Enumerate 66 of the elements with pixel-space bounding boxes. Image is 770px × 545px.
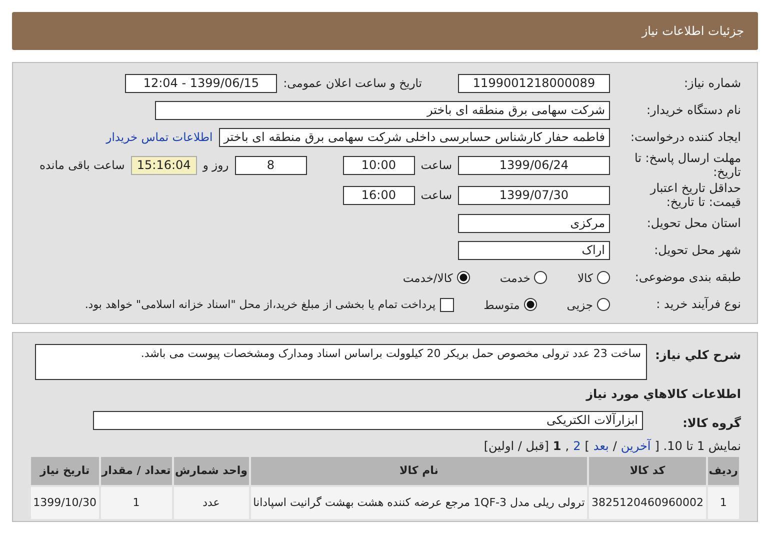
field-label: تاریخ و ساعت اعلان عمومی: bbox=[283, 76, 422, 90]
field-label: مهلت ارسال پاسخ: تا تاریخ: bbox=[633, 151, 741, 180]
city-field: اراک bbox=[458, 241, 610, 260]
field-label: شماره نیاز: bbox=[683, 76, 741, 90]
option-label: خدمت bbox=[500, 270, 530, 285]
table-cell: ترولی ریلی مدل 1QF-3 مرجع عرضه کننده هشت بهشت گرانیت اسپادانا bbox=[250, 486, 588, 519]
column-header: واحد شمارش bbox=[174, 456, 249, 485]
announce-date-field: 1399/06/15 - 12:04 bbox=[125, 74, 278, 92]
checkbox[interactable] bbox=[440, 298, 454, 312]
radio-button[interactable] bbox=[456, 271, 470, 284]
field-label: شرح کلي نياز: bbox=[654, 346, 741, 362]
pagination-text: , bbox=[565, 438, 570, 453]
column-header: تعداد / مقدار bbox=[100, 456, 172, 485]
pagination-text: [قبل / اولین] bbox=[484, 438, 549, 453]
table-cell: عدد bbox=[174, 486, 249, 519]
field-label: ساعت bbox=[420, 188, 452, 202]
description-box: ساخت 23 عدد ترولی مخصوص حمل بریکر 20 کیلوولت براساس اسناد ومدارک ومشخصات پیوست می باشد. bbox=[35, 344, 647, 380]
table-cell: 1 bbox=[100, 486, 172, 519]
radio-button[interactable] bbox=[534, 271, 548, 284]
table-cell: 1399/10/30 bbox=[31, 486, 99, 519]
pagination-text: / bbox=[612, 438, 617, 453]
checkbox-label: پرداخت تمام یا بخشی از مبلغ خرید،از محل "اسناد خزانه اسلامی" خواهد بود. bbox=[84, 298, 436, 312]
days-field: 8 bbox=[234, 156, 307, 175]
column-header: تاریخ نیاز bbox=[31, 456, 99, 485]
current-page: 1 bbox=[552, 438, 562, 453]
option-label: متوسط bbox=[484, 298, 520, 312]
field-label: حداقل تاریخ اعتبار قیمت: تا تاریخ: bbox=[648, 180, 741, 210]
field-label: شهر محل تحویل: bbox=[653, 243, 741, 258]
page-link[interactable]: بعد bbox=[593, 438, 609, 453]
field-label: نام دستگاه خریدار: bbox=[646, 102, 741, 118]
page-link[interactable]: آخرین bbox=[620, 438, 651, 453]
option-label: کالا/خدمت bbox=[402, 270, 453, 285]
section-heading: اطلاعات کالاهاي مورد نياز bbox=[586, 386, 741, 401]
field-label: نوع فرآیند خرید : bbox=[655, 297, 741, 312]
radio-button[interactable] bbox=[597, 271, 610, 284]
field-label: روز و bbox=[202, 158, 229, 172]
pagination-text: نمایش 1 تا 10. [ bbox=[654, 438, 741, 453]
creator-field: فاطمه حفار کارشناس حسابرسی داخلی شرکت سهامی برق منطقه ای باختر bbox=[218, 128, 610, 146]
option-label: کالا bbox=[577, 270, 593, 285]
province-field: مرکزی bbox=[458, 214, 610, 234]
field-label: استان محل تحویل: bbox=[646, 216, 741, 231]
field-label: ساعت bbox=[420, 158, 452, 172]
time-field: 10:00 bbox=[342, 156, 415, 175]
goods-group-field: ابزارآلات الکتریکی bbox=[93, 411, 643, 430]
contact-link[interactable]: اطلاعات تماس خریدار bbox=[106, 130, 213, 144]
page-link[interactable]: 2 bbox=[573, 438, 581, 453]
date-field: 1399/07/30 bbox=[458, 186, 610, 205]
table-cell: 3825120460960002 bbox=[589, 486, 706, 519]
table-cell: 1 bbox=[708, 486, 739, 519]
column-header: ردیف bbox=[708, 456, 739, 485]
field-label: گروه کالا: bbox=[682, 414, 741, 430]
pagination-text: ] bbox=[584, 438, 590, 453]
time-field: 16:00 bbox=[342, 186, 415, 205]
radio-button[interactable] bbox=[524, 298, 537, 312]
field-label: طبقه بندی موضوعی: bbox=[634, 270, 741, 285]
buyer-field: شرکت سهامی برق منطقه ای باختر bbox=[155, 100, 610, 120]
radio-button[interactable] bbox=[597, 298, 610, 312]
need-number-field: 1199001218000089 bbox=[458, 74, 610, 92]
column-header: نام کالا bbox=[250, 456, 588, 485]
option-label: جزیی bbox=[566, 298, 593, 312]
field-label: ساعت باقی مانده bbox=[40, 158, 125, 172]
column-header: کد کالا bbox=[589, 456, 706, 485]
remaining-time-field: 15:16:04 bbox=[130, 156, 197, 175]
field-label: ایجاد کننده درخواست: bbox=[629, 130, 741, 144]
date-field: 1399/06/24 bbox=[458, 156, 610, 175]
page-title: جزئیات اطلاعات نیاز bbox=[642, 24, 744, 38]
